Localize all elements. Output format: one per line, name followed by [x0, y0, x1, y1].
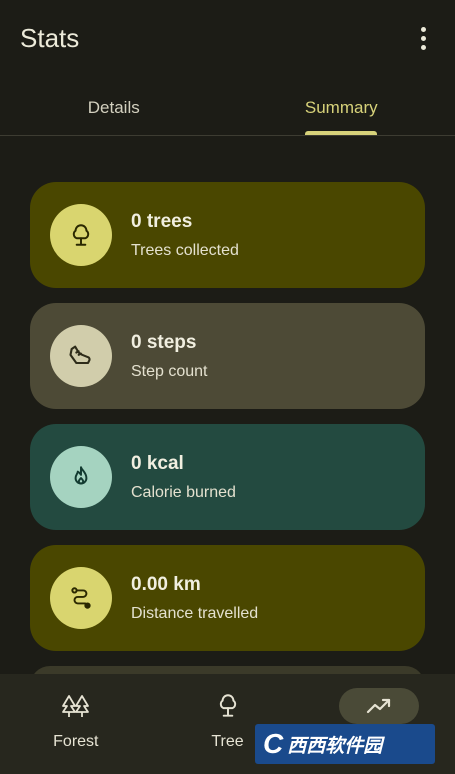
steps-value: 0 steps: [131, 331, 197, 353]
flame-icon: [50, 446, 112, 508]
distance-card[interactable]: 0.00 km Distance travelled: [30, 545, 425, 651]
calories-card[interactable]: 0 kcal Calorie burned: [30, 424, 425, 530]
nav-item-forest[interactable]: Forest: [0, 674, 152, 774]
tree-icon: [50, 204, 112, 266]
nav-label: Forest: [53, 733, 99, 750]
route-icon: [50, 567, 112, 629]
distance-value: 0.00 km: [131, 573, 201, 595]
app-bar: Stats: [0, 0, 455, 76]
more-options-icon[interactable]: [411, 26, 435, 50]
tab-label: Details: [87, 97, 140, 117]
trending-up-icon: [339, 688, 420, 724]
calories-label: Calorie burned: [131, 483, 236, 501]
tab-bar: Details Summary: [0, 80, 455, 136]
trees-card[interactable]: 0 trees Trees collected: [30, 182, 425, 288]
watermark-logo: C 西西软件园: [255, 724, 435, 764]
active-tab-indicator: [305, 131, 378, 135]
distance-label: Distance travelled: [131, 604, 259, 622]
tab-details[interactable]: Details: [0, 80, 228, 135]
steps-label: Step count: [131, 362, 208, 380]
calories-value: 0 kcal: [131, 452, 184, 474]
steps-card[interactable]: 0 steps Step count: [30, 303, 425, 409]
tab-label: Summary: [304, 97, 378, 117]
tree-icon: [188, 688, 268, 724]
sneaker-icon: [50, 325, 112, 387]
summary-cards: 0 trees Trees collected 0 steps Step cou…: [30, 182, 425, 721]
page-title: Stats: [20, 22, 80, 53]
watermark-c-icon: C: [263, 728, 284, 759]
tab-summary[interactable]: Summary: [228, 80, 455, 135]
trees-label: Trees collected: [131, 241, 239, 259]
nav-label: Tree: [211, 733, 244, 750]
watermark-text: 西西软件园: [287, 735, 383, 757]
trees-value: 0 trees: [131, 210, 193, 232]
forest-icon: [36, 688, 116, 724]
